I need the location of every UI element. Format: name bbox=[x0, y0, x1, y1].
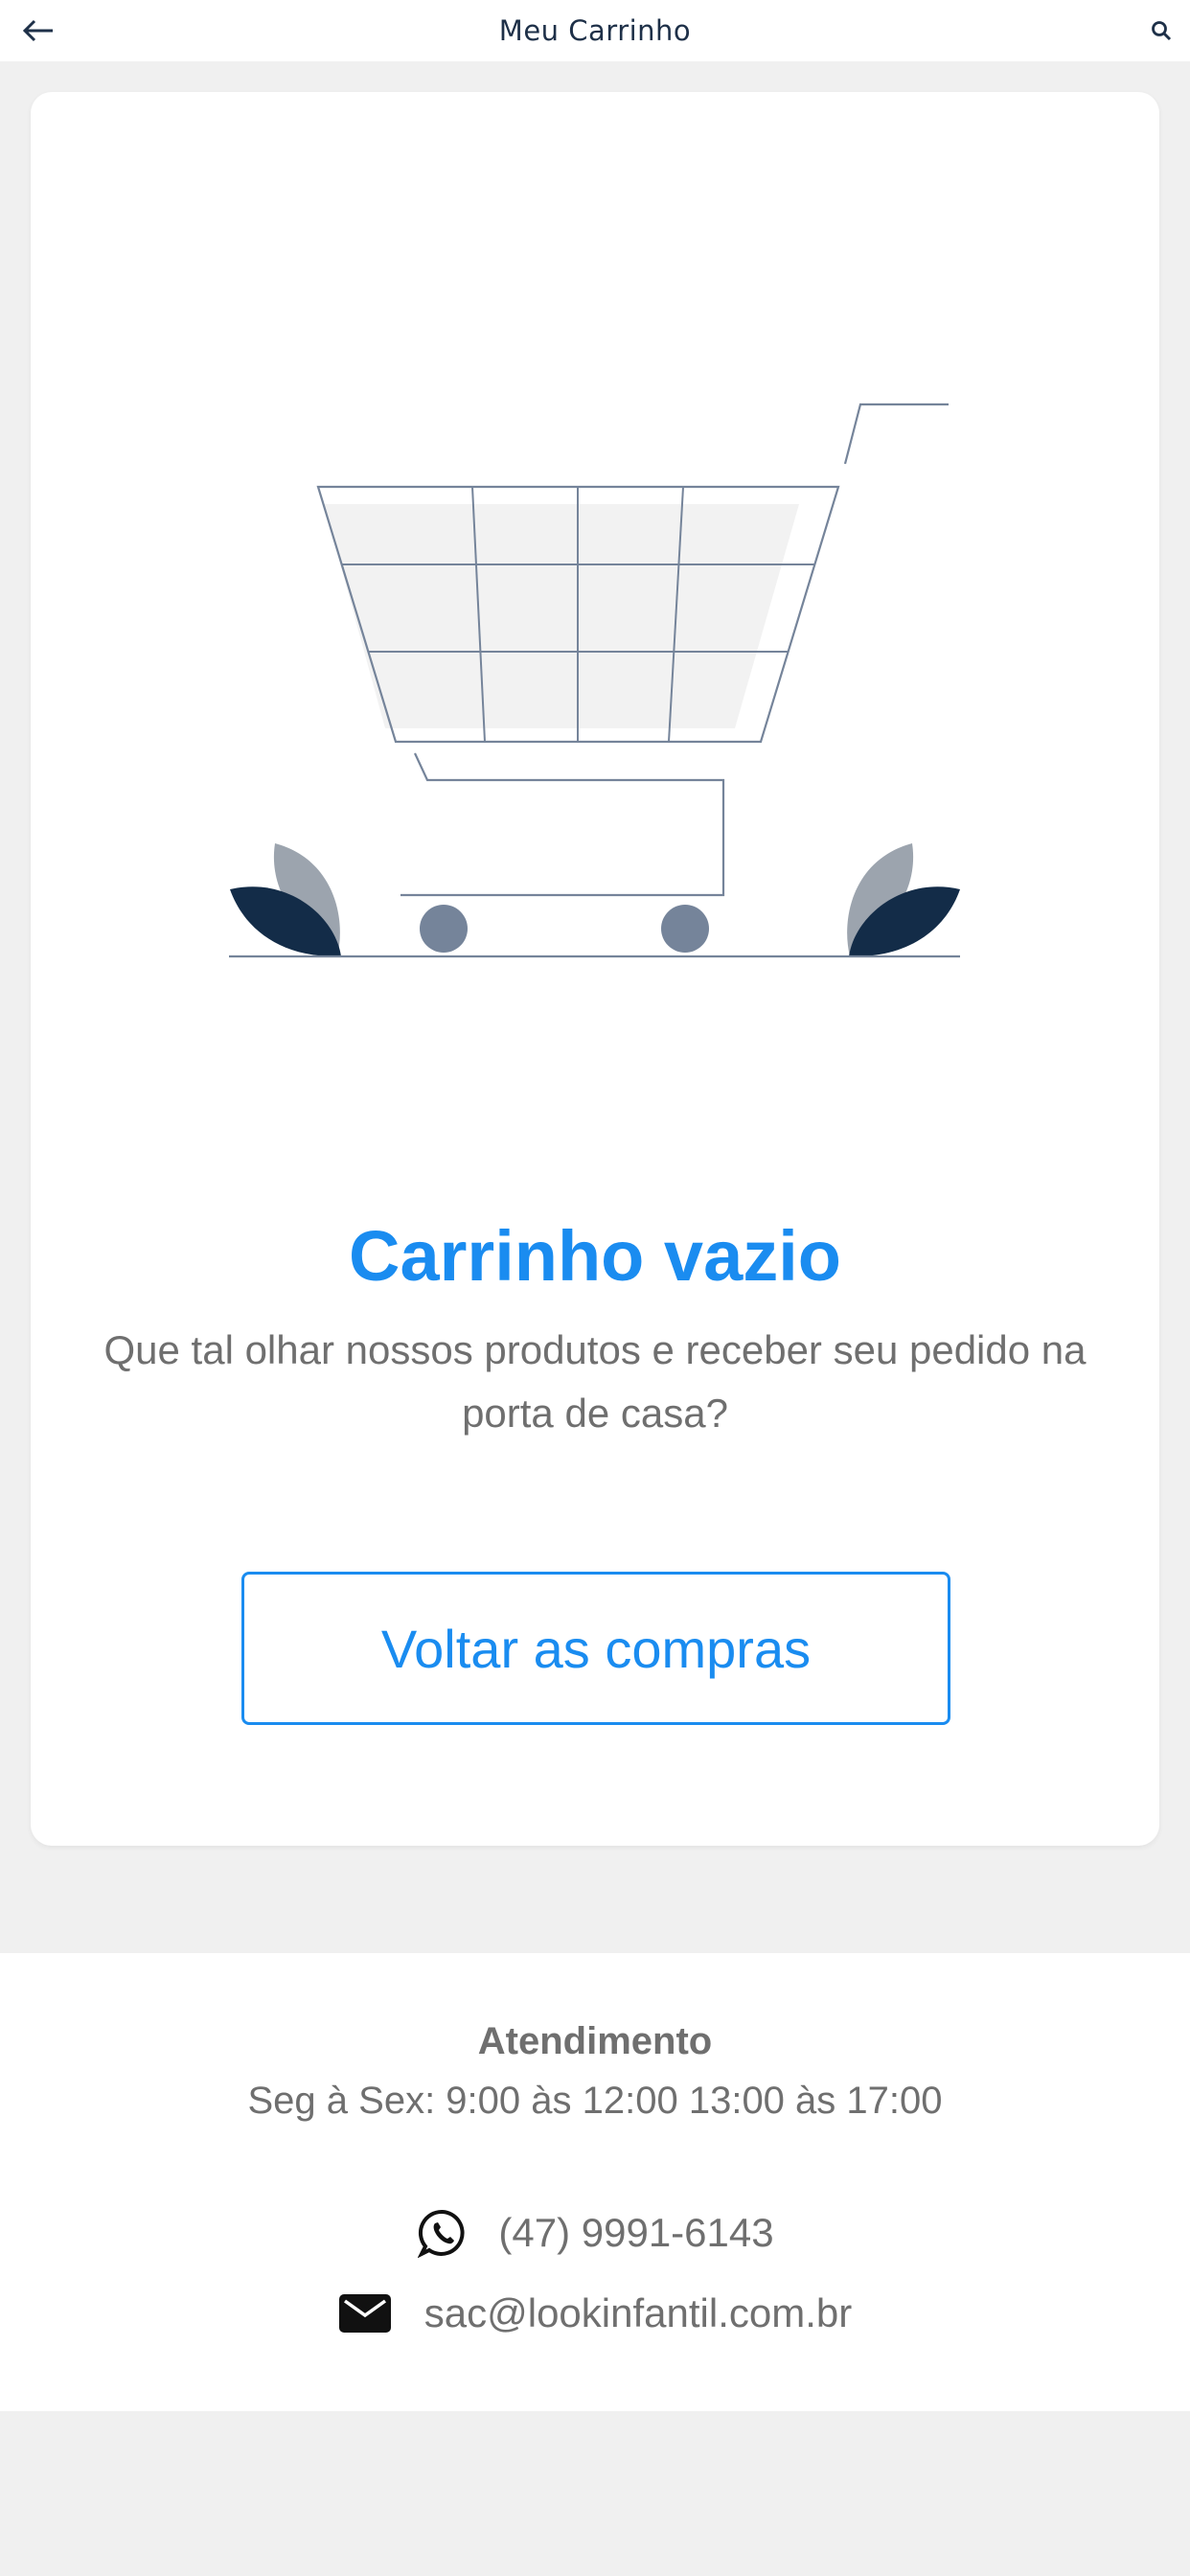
search-icon bbox=[1152, 21, 1172, 41]
page-title: Meu Carrinho bbox=[498, 14, 692, 47]
email-address: sac@lookinfantil.com.br bbox=[423, 2290, 853, 2335]
back-to-shopping-button[interactable]: Voltar as compras bbox=[241, 1572, 950, 1725]
support-title: Atendimento bbox=[477, 2020, 713, 2062]
search-button[interactable] bbox=[1140, 10, 1182, 52]
whatsapp-contact-link[interactable]: (47) 9991-6143 bbox=[0, 2202, 1190, 2264]
support-hours: Seg à Sex: 9:00 às 12:00 13:00 às 17:00 bbox=[247, 2080, 943, 2122]
email-contact-link[interactable]: sac@lookinfantil.com.br bbox=[0, 2283, 1190, 2344]
phone-number: (47) 9991-6143 bbox=[498, 2210, 774, 2255]
empty-cart-title: Carrinho vazio bbox=[349, 1216, 841, 1296]
support-footer: Atendimento Seg à Sex: 9:00 às 12:00 13:… bbox=[0, 1953, 1190, 2411]
cart-handle bbox=[843, 402, 949, 465]
empty-shopping-cart-illustration bbox=[229, 402, 960, 958]
mail-icon bbox=[338, 2292, 392, 2334]
cart-frame bbox=[400, 752, 725, 897]
empty-cart-card: Carrinho vazio Que tal olhar nossos prod… bbox=[31, 92, 1159, 1846]
cart-wheel-left bbox=[420, 905, 468, 953]
cart-wheel-right bbox=[661, 905, 709, 953]
whatsapp-icon bbox=[416, 2206, 469, 2260]
cart-basket-fill bbox=[324, 504, 799, 728]
empty-cart-description: Que tal olhar nossos produtos e receber … bbox=[103, 1327, 1087, 1436]
app-header: Meu Carrinho bbox=[0, 0, 1190, 61]
